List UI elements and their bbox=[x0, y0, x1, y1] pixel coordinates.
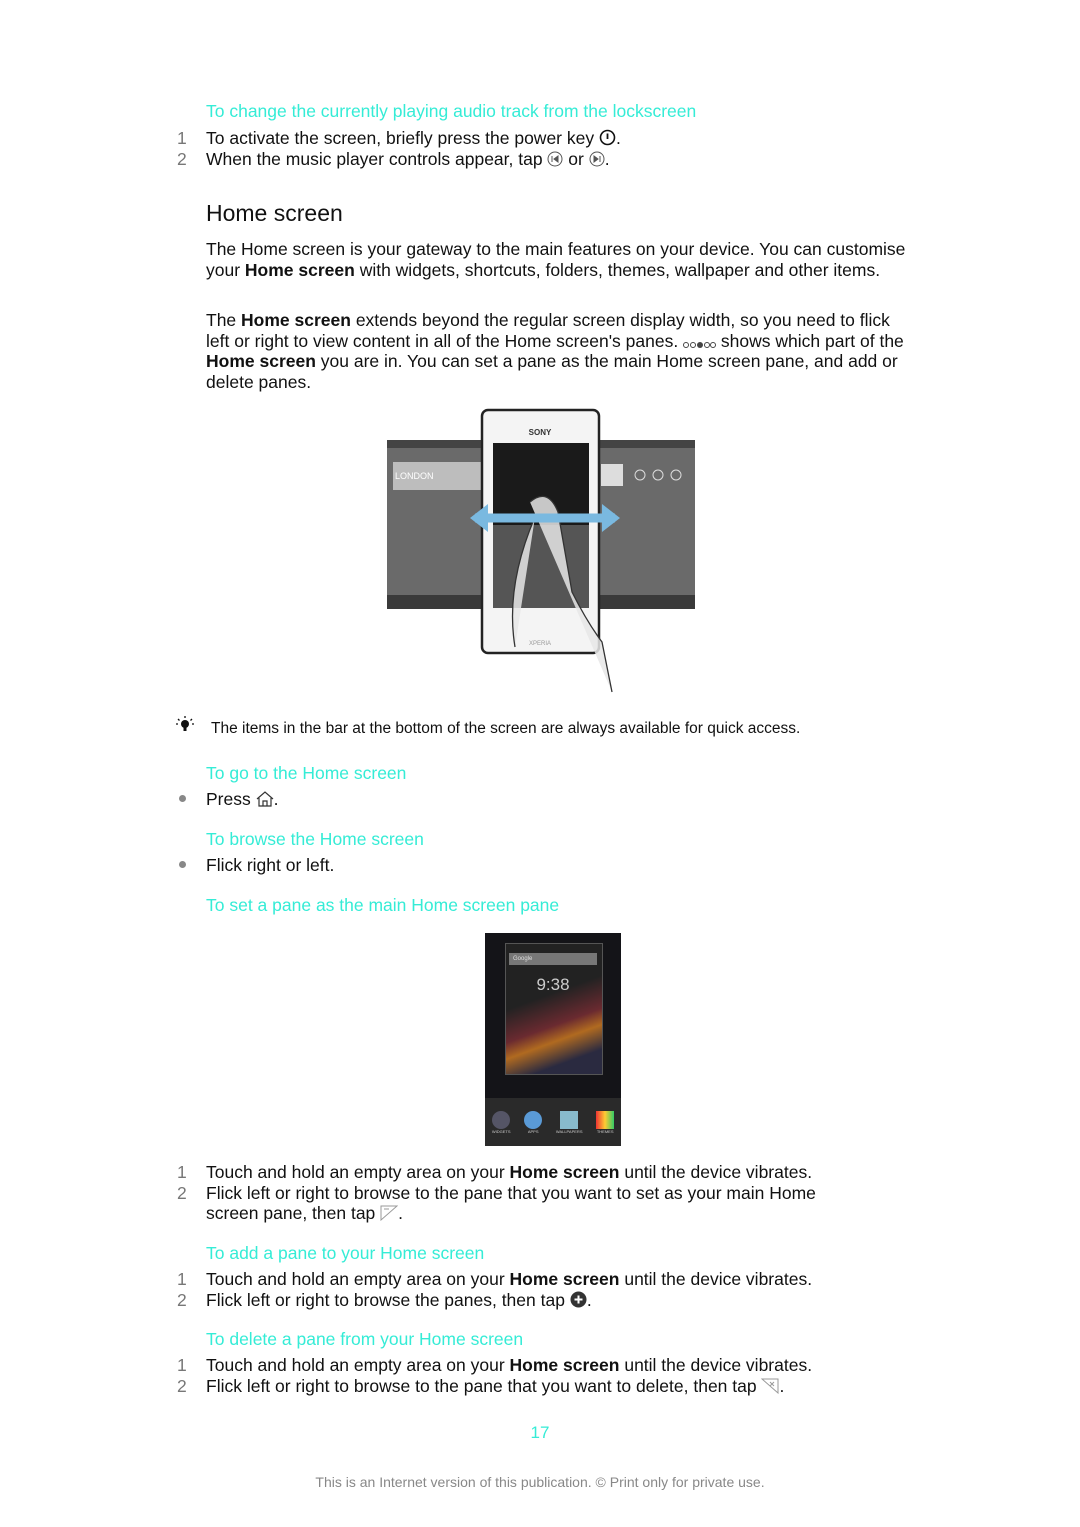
themes-option[interactable]: THEMES bbox=[596, 1110, 615, 1134]
customize-menu: WIDGETS APPS WALLPAPERS THEMES bbox=[485, 1098, 621, 1146]
step-number: 2 bbox=[177, 1290, 187, 1310]
pane-indicator-icon bbox=[683, 341, 717, 348]
document-page: To change the currently playing audio tr… bbox=[0, 0, 1080, 1527]
step-text: Flick left or right to browse to the pan… bbox=[206, 1376, 785, 1396]
step-text: Flick left or right to browse to the pan… bbox=[206, 1183, 816, 1203]
home-key-icon bbox=[256, 791, 274, 807]
apps-option[interactable]: APPS bbox=[524, 1110, 543, 1134]
step-number: 1 bbox=[177, 128, 187, 148]
add-pane-icon bbox=[570, 1291, 587, 1308]
step-number: 1 bbox=[177, 1162, 187, 1182]
heading-browse: To browse the Home screen bbox=[206, 829, 424, 849]
pane-edit-screenshot: Google 9:38 WIDGETS APPS WALLPAPERS THEM… bbox=[485, 933, 621, 1146]
power-key-icon bbox=[599, 129, 616, 146]
step-text: To activate the screen, briefly press th… bbox=[206, 128, 621, 148]
step-text: screen pane, then tap . bbox=[206, 1203, 404, 1223]
brand-label: SONY bbox=[529, 428, 552, 437]
heading-set-main-pane: To set a pane as the main Home screen pa… bbox=[206, 895, 560, 915]
paragraph-intro: The Home screen is your gateway to the m… bbox=[206, 239, 906, 280]
footer-notice: This is an Internet version of this publ… bbox=[315, 1474, 765, 1490]
heading-change-track: To change the currently playing audio tr… bbox=[206, 101, 697, 121]
step-text: Press . bbox=[206, 789, 279, 809]
step-number: 1 bbox=[177, 1355, 187, 1375]
step-text: Touch and hold an empty area on your Hom… bbox=[206, 1355, 813, 1375]
widget-label: LONDON bbox=[395, 471, 434, 481]
widgets-option[interactable]: WIDGETS bbox=[492, 1110, 511, 1134]
step-number: 2 bbox=[177, 149, 187, 169]
bullet bbox=[179, 795, 186, 802]
section-title: Home screen bbox=[206, 200, 343, 226]
search-widget: Google bbox=[509, 953, 597, 965]
heading-go-home: To go to the Home screen bbox=[206, 763, 407, 783]
step-number: 1 bbox=[177, 1269, 187, 1289]
clock-widget: 9:38 bbox=[536, 975, 570, 994]
next-track-icon bbox=[589, 151, 605, 167]
delete-pane-icon bbox=[761, 1378, 779, 1394]
tip-text: The items in the bar at the bottom of th… bbox=[211, 720, 801, 737]
tip-lightbulb-icon bbox=[176, 716, 194, 731]
model-label: XPERIA bbox=[529, 641, 551, 647]
step-number: 2 bbox=[177, 1183, 187, 1203]
step-text: Touch and hold an empty area on your Hom… bbox=[206, 1162, 813, 1182]
step-text: Flick right or left. bbox=[206, 855, 335, 875]
step-text: Touch and hold an empty area on your Hom… bbox=[206, 1269, 813, 1289]
set-main-pane-icon bbox=[380, 1205, 399, 1221]
wallpapers-option[interactable]: WALLPAPERS bbox=[556, 1110, 583, 1134]
step-text: Flick left or right to browse the panes,… bbox=[206, 1290, 592, 1310]
step-number: 2 bbox=[177, 1376, 187, 1396]
previous-track-icon bbox=[547, 151, 563, 167]
heading-add-pane: To add a pane to your Home screen bbox=[206, 1243, 485, 1263]
page-number: 17 bbox=[530, 1423, 550, 1442]
home-screen-swipe-illustration: LONDON SONY XPERIA bbox=[387, 408, 695, 693]
paragraph-panes: The Home screen extends beyond the regul… bbox=[206, 310, 904, 392]
heading-delete-pane: To delete a pane from your Home screen bbox=[206, 1329, 524, 1349]
bullet bbox=[179, 861, 186, 868]
step-text: When the music player controls appear, t… bbox=[206, 149, 610, 169]
